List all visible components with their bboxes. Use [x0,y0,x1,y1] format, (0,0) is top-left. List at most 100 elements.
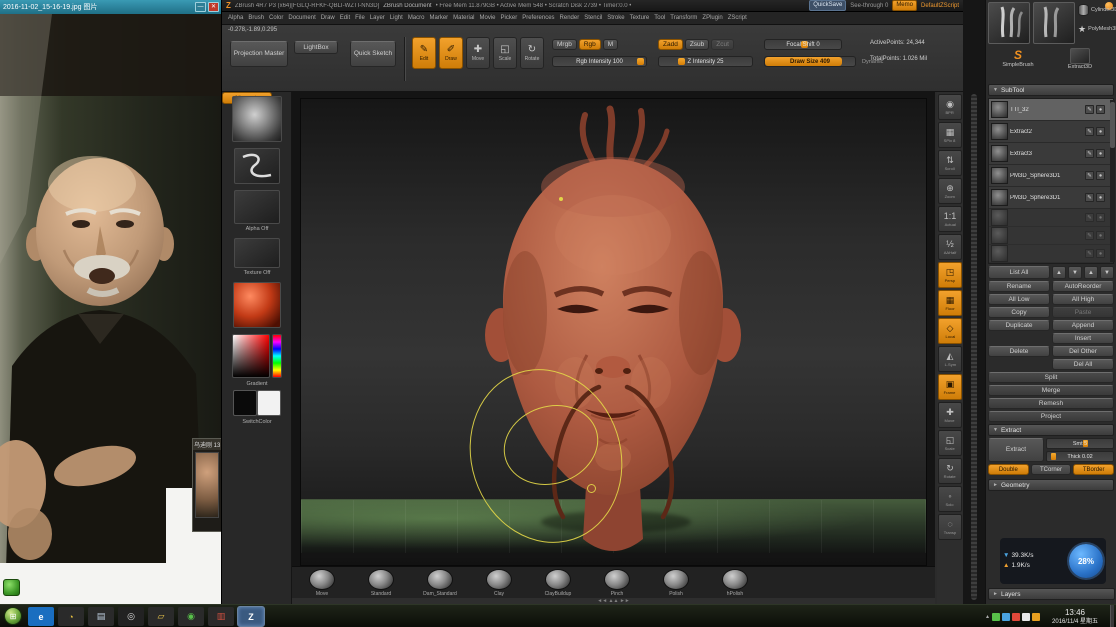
tray-icon[interactable] [1002,613,1010,621]
usage-gauge[interactable]: 28% [1069,544,1103,578]
menu-item[interactable]: Preferences [521,15,555,21]
tray-expand-icon[interactable]: ▴ [986,613,989,620]
layers-section-header[interactable]: ►Layers [988,588,1115,600]
right-shelf-button[interactable]: ▦ SPix 8 [938,122,962,148]
default-zscript-button[interactable]: DefaultZScript [921,3,959,9]
brush-strip-item[interactable]: Polish [654,569,698,597]
brush-strip-item[interactable]: hPolish [713,569,757,597]
visibility-eye-icon[interactable]: ● [1096,193,1105,202]
brush-strip-item[interactable]: Clay [477,569,521,597]
subtool-action-button[interactable]: Insert [1052,333,1114,344]
subtool-item[interactable]: ✎ ● [989,209,1113,227]
slider-handle[interactable] [637,58,644,65]
subtool-section-header[interactable]: ▼SubTool [988,84,1114,96]
right-shelf-button[interactable]: ◦ Solo [938,486,962,512]
current-tool-thumbnail[interactable] [988,2,1030,44]
lightbox-button[interactable]: LightBox [294,41,338,54]
extract-toggle-button[interactable]: TBorder [1073,464,1114,475]
clock[interactable]: 13:46 2016/11/4 星期五 [1043,609,1107,625]
show-desktop-button[interactable] [1110,605,1114,627]
subtool-action-button[interactable]: Paste [1052,307,1114,318]
menu-item[interactable]: Draw [320,15,336,21]
gradient-label[interactable]: Gradient [222,381,292,387]
menu-item[interactable]: Movie [479,15,497,21]
taskbar-icon[interactable]: ◉ [178,607,204,626]
sculpt-mode-button[interactable]: Zadd [658,39,683,50]
subtool-action-button[interactable]: All High [1052,294,1114,305]
subtool-action-button[interactable]: Del Other [1052,346,1114,357]
visibility-eye-icon[interactable]: ● [1096,149,1105,158]
color-picker[interactable] [232,334,270,378]
subtool-item[interactable]: PM3D_Sphere3D1 ✎ ● [989,187,1113,209]
right-shelf-button[interactable]: ◱ Scale [938,430,962,456]
menu-item[interactable]: Picker [500,15,519,21]
right-shelf-button[interactable]: ✚ Move [938,402,962,428]
subtool-item[interactable]: ✎ ● [989,245,1113,263]
edit-mode-button[interactable]: ✚ Move [466,37,490,69]
subtool-action-button[interactable]: Delete [988,346,1050,357]
subtool-item[interactable]: Extract3 ✎ ● [989,143,1113,165]
menu-item[interactable]: Stroke [606,15,625,21]
visibility-eye-icon[interactable]: ● [1096,127,1105,136]
right-shelf-button[interactable]: ◇ Local [938,318,962,344]
edit-mode-button[interactable]: ✎ Edit [412,37,436,69]
polypaint-icon[interactable]: ✎ [1085,127,1094,136]
subtool-action-button[interactable]: Del All [1052,359,1114,370]
tool-slot-simplebrush[interactable]: S SimpleBrush [990,48,1046,68]
menu-item[interactable]: Alpha [227,15,244,21]
alpha-selector[interactable] [234,190,280,224]
subtool-action-button[interactable]: All Low [988,294,1050,305]
material-selector[interactable] [233,282,281,328]
z-intensity-slider[interactable]: Z Intensity 25 [658,56,753,67]
tool-slot-cylinder3d[interactable]: Cylinder3D [1078,4,1116,16]
extract-toggle-button[interactable]: TCorner [1031,464,1072,475]
right-shelf-button[interactable]: ◉ BPR [938,94,962,120]
visibility-eye-icon[interactable]: ● [1096,105,1105,114]
sculpt-mode-button[interactable]: Zsub [685,39,709,50]
menu-item[interactable]: Material [452,15,475,21]
taskbar-icon[interactable]: e [28,607,54,626]
taskbar-icon[interactable]: ▱ [148,607,174,626]
photo-viewer-titlebar[interactable]: 2016-11-02_15-16-19.jpg 图片 — ✕ [0,0,222,14]
subtool-action-button[interactable]: Append [1052,320,1114,331]
right-shelf-button[interactable]: ⊕ Zoom [938,178,962,204]
tray-icon[interactable] [1012,613,1020,621]
projection-master-button[interactable]: Projection Master [230,41,288,67]
menu-item[interactable]: Transform [669,15,698,21]
scrollbar-thumb[interactable] [1110,102,1115,148]
subsection-button[interactable]: Project [988,411,1114,422]
reorder-arrow-button[interactable]: ▲ [1052,266,1066,279]
divider-grip[interactable] [971,94,977,600]
main-color-swatch[interactable] [233,390,257,416]
current-brush-thumbnail[interactable] [232,96,282,142]
geometry-section-header[interactable]: ►Geometry [988,479,1114,491]
secondary-color-swatch[interactable] [257,390,281,416]
taskbar-icon[interactable]: ▥ [208,607,234,626]
taskbar-icon[interactable]: ◔ [58,607,84,626]
slider-handle[interactable] [678,58,685,65]
subsection-button[interactable]: Remesh [988,398,1114,409]
sculpt-mode-button[interactable]: Zcut [711,39,734,50]
subsection-button[interactable]: Merge [988,385,1114,396]
tray-icon[interactable] [1022,613,1030,621]
visibility-eye-icon[interactable]: ● [1096,171,1105,180]
reorder-arrow-button[interactable]: ▼ [1068,266,1082,279]
right-shelf-button[interactable]: ◭ L.Sym [938,346,962,372]
close-button[interactable]: ✕ [208,2,219,12]
switchcolor-button[interactable]: SwitchColor [222,419,292,425]
menu-item[interactable]: Tool [653,15,666,21]
polypaint-icon[interactable]: ✎ [1085,213,1094,222]
brush-strip-item[interactable]: ClayBuildup [536,569,580,597]
minimize-button[interactable]: — [195,2,206,12]
subtool-item[interactable]: PM3D_Sphere3D1 ✎ ● [989,165,1113,187]
draw-size-slider[interactable]: Draw Size 409 [764,56,856,67]
right-shelf-button[interactable]: ◳ Persp [938,262,962,288]
subtool-action-button[interactable]: Duplicate [988,320,1050,331]
right-shelf-button[interactable]: ⇅ Scroll [938,150,962,176]
subtool-action-button[interactable]: Copy [988,307,1050,318]
focal-shift-slider[interactable]: Focal Shift 0 [764,39,842,50]
edit-mode-button[interactable]: ↻ Rotate [520,37,544,69]
polypaint-icon[interactable]: ✎ [1085,249,1094,258]
right-shelf-button[interactable]: ▣ Frame [938,374,962,400]
brush-strip-item[interactable]: Standard [359,569,403,597]
